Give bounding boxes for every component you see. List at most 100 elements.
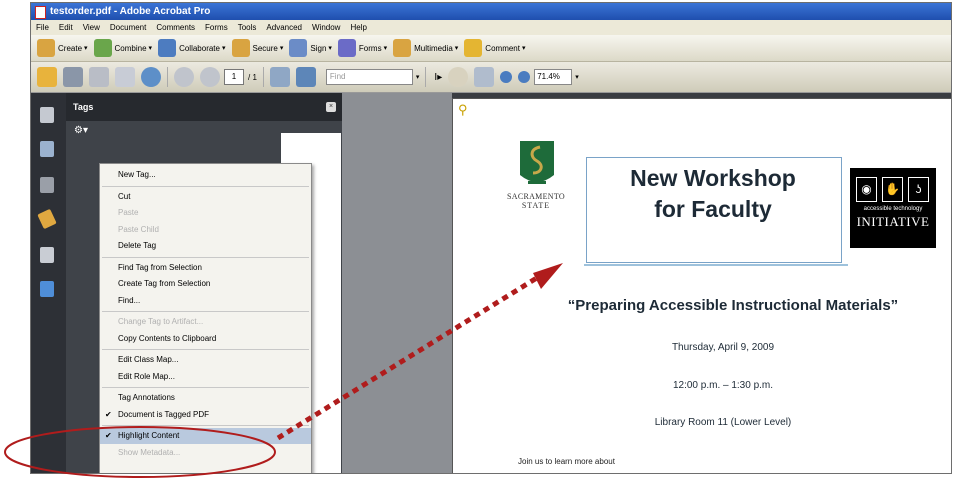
acrobat-window: testorder.pdf - Adobe Acrobat Pro File Ed…: [30, 2, 952, 474]
menu-tools[interactable]: Tools: [233, 23, 262, 32]
forms-button[interactable]: Forms ▾: [337, 39, 388, 57]
snapshot-icon[interactable]: [474, 67, 495, 87]
context-menu: New Tag... Cut Paste Paste Child Delete Tag F…: [99, 163, 312, 473]
menu-item-label: Paste: [118, 208, 139, 217]
menu-item-edit-role-map[interactable]: Edit Role Map...: [100, 369, 311, 385]
menu-item-label: Tag Annotations: [118, 393, 175, 402]
ati-small-text: accessible technology: [863, 206, 923, 212]
pen-icon: [289, 39, 308, 57]
print-icon[interactable]: [63, 67, 83, 87]
chevron-down-icon: ▾: [383, 45, 388, 52]
collaborate-button[interactable]: Collaborate ▾: [158, 39, 226, 57]
zoom-in-icon[interactable]: [518, 71, 531, 83]
zoom-level-input[interactable]: 71.4%: [534, 69, 573, 85]
menu-item-document-is-tagged-pdf[interactable]: ✔ Document is Tagged PDF: [100, 407, 311, 423]
menu-item-label: Edit Role Map...: [118, 371, 175, 381]
menu-item-find-tag-from-selection[interactable]: Find Tag from Selection: [100, 260, 311, 276]
close-icon[interactable]: ×: [326, 102, 336, 112]
menu-item-label: Show Metadata...: [118, 447, 181, 457]
tasks-toolbar: Create ▾ Combine ▾ Collaborate ▾ Secure ▾ Sign ▾ F…: [31, 35, 951, 62]
menu-item-label: Create Tag from Selection: [118, 279, 211, 288]
menu-document[interactable]: Document: [105, 23, 151, 32]
chevron-down-icon: ▾: [521, 45, 526, 52]
bookmarks-icon[interactable]: [40, 141, 54, 157]
next-page-icon[interactable]: [200, 67, 220, 87]
menu-item-paste-child: Paste Child: [100, 222, 311, 238]
select-text-icon[interactable]: I▸: [434, 72, 442, 83]
menu-separator: [102, 185, 309, 187]
open-folder-icon[interactable]: [37, 67, 57, 87]
chevron-down-icon: ▾: [454, 45, 459, 52]
options-menu-icon[interactable]: ⚙▾: [74, 125, 88, 136]
create-button[interactable]: Create ▾: [37, 39, 88, 57]
logo-text-sacramento: SACRAMENTO: [507, 192, 565, 201]
menu-item-cut[interactable]: Cut: [100, 189, 311, 205]
menu-item-label: Paste Child: [118, 224, 159, 234]
chevron-down-icon: ▾: [221, 45, 226, 52]
workshop-location: Library Room 11 (Lower Level): [654, 417, 792, 428]
menu-item-change-tag-to-artifact: Change Tag to Artifact...: [100, 314, 311, 330]
tags-icon[interactable]: [37, 208, 57, 230]
menu-item-label: Delete Tag: [118, 241, 157, 250]
fit-page-icon[interactable]: [269, 67, 290, 87]
navigation-pane: [31, 93, 66, 473]
menu-item-label: Change Tag to Artifact...: [118, 317, 204, 326]
menu-edit[interactable]: Edit: [54, 23, 78, 32]
create-icon: [37, 39, 55, 57]
menu-item-create-tag-from-selection[interactable]: Create Tag from Selection: [100, 276, 311, 292]
pushpin-icon[interactable]: ⚲: [458, 102, 468, 118]
menu-item-find[interactable]: Find...: [100, 293, 311, 309]
eye-icon: ◉: [856, 177, 877, 202]
menu-item-delete-tag[interactable]: Delete Tag: [100, 238, 311, 254]
sign-label: Sign: [310, 43, 327, 53]
workshop-time: 12:00 p.m. – 1:30 p.m.: [672, 380, 774, 391]
tags-panel-title: Tags: [66, 93, 342, 121]
pages-icon[interactable]: [40, 107, 54, 123]
chevron-down-icon: ▾: [279, 45, 284, 52]
toolbar-divider: [167, 67, 168, 87]
lock-icon: [231, 39, 250, 57]
document-background: [342, 93, 452, 473]
menu-item-highlight-content[interactable]: ✔ Highlight Content: [100, 428, 311, 444]
email-icon[interactable]: [115, 67, 135, 87]
menu-item-label: Find Tag from Selection: [118, 262, 202, 272]
menu-item-new-tag[interactable]: New Tag...: [100, 167, 311, 183]
menu-file[interactable]: File: [31, 23, 54, 32]
save-icon[interactable]: [89, 67, 109, 87]
find-dropdown-icon[interactable]: ▾: [416, 73, 420, 81]
menu-forms[interactable]: Forms: [200, 23, 233, 32]
toolbar-divider: [425, 67, 427, 87]
share-globe-icon[interactable]: [141, 67, 161, 87]
menu-item-label: Document is Tagged PDF: [118, 409, 210, 419]
title-bar: testorder.pdf - Adobe Acrobat Pro: [31, 3, 951, 20]
menu-item-edit-class-map[interactable]: Edit Class Map...: [100, 352, 311, 368]
zoom-dropdown-icon[interactable]: ▾: [575, 73, 579, 81]
signatures-icon[interactable]: [40, 177, 54, 193]
menu-item-label: Edit Class Map...: [118, 355, 179, 364]
menu-advanced[interactable]: Advanced: [261, 23, 307, 32]
content-icon[interactable]: [40, 247, 54, 263]
chevron-down-icon: ▾: [328, 45, 332, 52]
zoom-out-icon[interactable]: [500, 71, 513, 83]
workshop-date: Thursday, April 9, 2009: [671, 342, 775, 353]
menu-help[interactable]: Help: [345, 23, 371, 32]
find-input[interactable]: Find: [325, 69, 413, 85]
page-number-input[interactable]: 1: [224, 69, 244, 85]
sign-button[interactable]: Sign ▾: [289, 39, 332, 57]
menu-comments[interactable]: Comments: [151, 23, 200, 32]
menu-item-tag-annotations[interactable]: Tag Annotations: [100, 390, 311, 406]
menu-view[interactable]: View: [78, 23, 105, 32]
collaborate-label: Collaborate: [179, 43, 220, 53]
fit-width-icon[interactable]: [295, 67, 316, 87]
window-title: testorder.pdf - Adobe Acrobat Pro: [50, 6, 211, 17]
menu-item-copy-contents-to-clipboard[interactable]: Copy Contents to Clipboard: [100, 331, 311, 347]
multimedia-button[interactable]: Multimedia ▾: [393, 39, 458, 57]
previous-page-icon[interactable]: [174, 67, 194, 87]
secure-button[interactable]: Secure ▾: [231, 39, 284, 57]
toolbar-divider: [262, 67, 264, 87]
order-icon[interactable]: [40, 281, 54, 297]
menu-window[interactable]: Window: [307, 23, 345, 32]
combine-button[interactable]: Combine ▾: [93, 39, 152, 57]
hand-tool-icon[interactable]: [448, 67, 469, 87]
comment-button[interactable]: Comment ▾: [464, 39, 526, 57]
